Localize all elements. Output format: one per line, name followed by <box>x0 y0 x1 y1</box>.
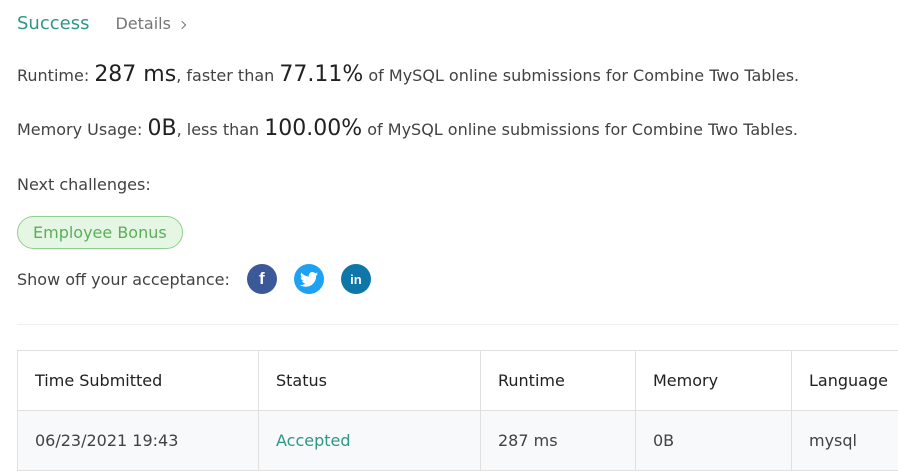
twitter-icon[interactable] <box>293 264 324 294</box>
column-header-status: Status <box>259 351 481 411</box>
status-tab-success[interactable]: Success <box>17 13 89 34</box>
section-divider <box>17 324 898 325</box>
details-label: Details <box>115 14 171 33</box>
cell-status-link[interactable]: Accepted <box>259 411 481 471</box>
cell-memory: 0B <box>636 411 792 471</box>
chevron-right-icon <box>177 20 187 29</box>
cell-language: mysql <box>792 411 898 471</box>
runtime-percent: 77.11% <box>279 62 364 87</box>
share-label: Show off your acceptance: <box>17 269 230 289</box>
runtime-value: 287 ms <box>94 62 177 87</box>
table-header-row: Time Submitted Status Runtime Memory Lan… <box>18 351 898 411</box>
runtime-stat: Runtime: 287 ms, faster than 77.11% of M… <box>17 62 799 87</box>
next-challenges-label: Next challenges: <box>17 175 151 194</box>
memory-percent: 100.00% <box>264 116 363 141</box>
submission-result-page: Success Details Runtime: 287 ms, faster … <box>0 0 898 471</box>
submissions-table: Time Submitted Status Runtime Memory Lan… <box>17 350 898 471</box>
linkedin-icon[interactable]: in <box>340 264 371 294</box>
runtime-label: Runtime: <box>17 66 90 85</box>
memory-value: 0B <box>147 116 177 141</box>
details-link[interactable]: Details <box>115 14 187 33</box>
runtime-suffix: of MySQL online submissions for Combine … <box>368 66 800 85</box>
memory-mid-text: , less than <box>176 120 260 139</box>
column-header-memory: Memory <box>636 351 792 411</box>
share-row: Show off your acceptance: f in <box>17 264 371 294</box>
next-challenge-chip[interactable]: Employee Bonus <box>17 216 183 249</box>
memory-stat: Memory Usage: 0B, less than 100.00% of M… <box>17 116 798 141</box>
runtime-mid-text: , faster than <box>176 66 275 85</box>
memory-suffix: of MySQL online submissions for Combine … <box>367 120 798 139</box>
table-row: 06/23/2021 19:43 Accepted 287 ms 0B mysq… <box>18 411 898 471</box>
facebook-icon[interactable]: f <box>246 264 277 294</box>
cell-time-submitted: 06/23/2021 19:43 <box>18 411 259 471</box>
column-header-language: Language <box>792 351 898 411</box>
memory-label: Memory Usage: <box>17 120 143 139</box>
result-header: Success Details <box>17 13 187 34</box>
column-header-time-submitted: Time Submitted <box>18 351 259 411</box>
column-header-runtime: Runtime <box>481 351 636 411</box>
cell-runtime: 287 ms <box>481 411 636 471</box>
